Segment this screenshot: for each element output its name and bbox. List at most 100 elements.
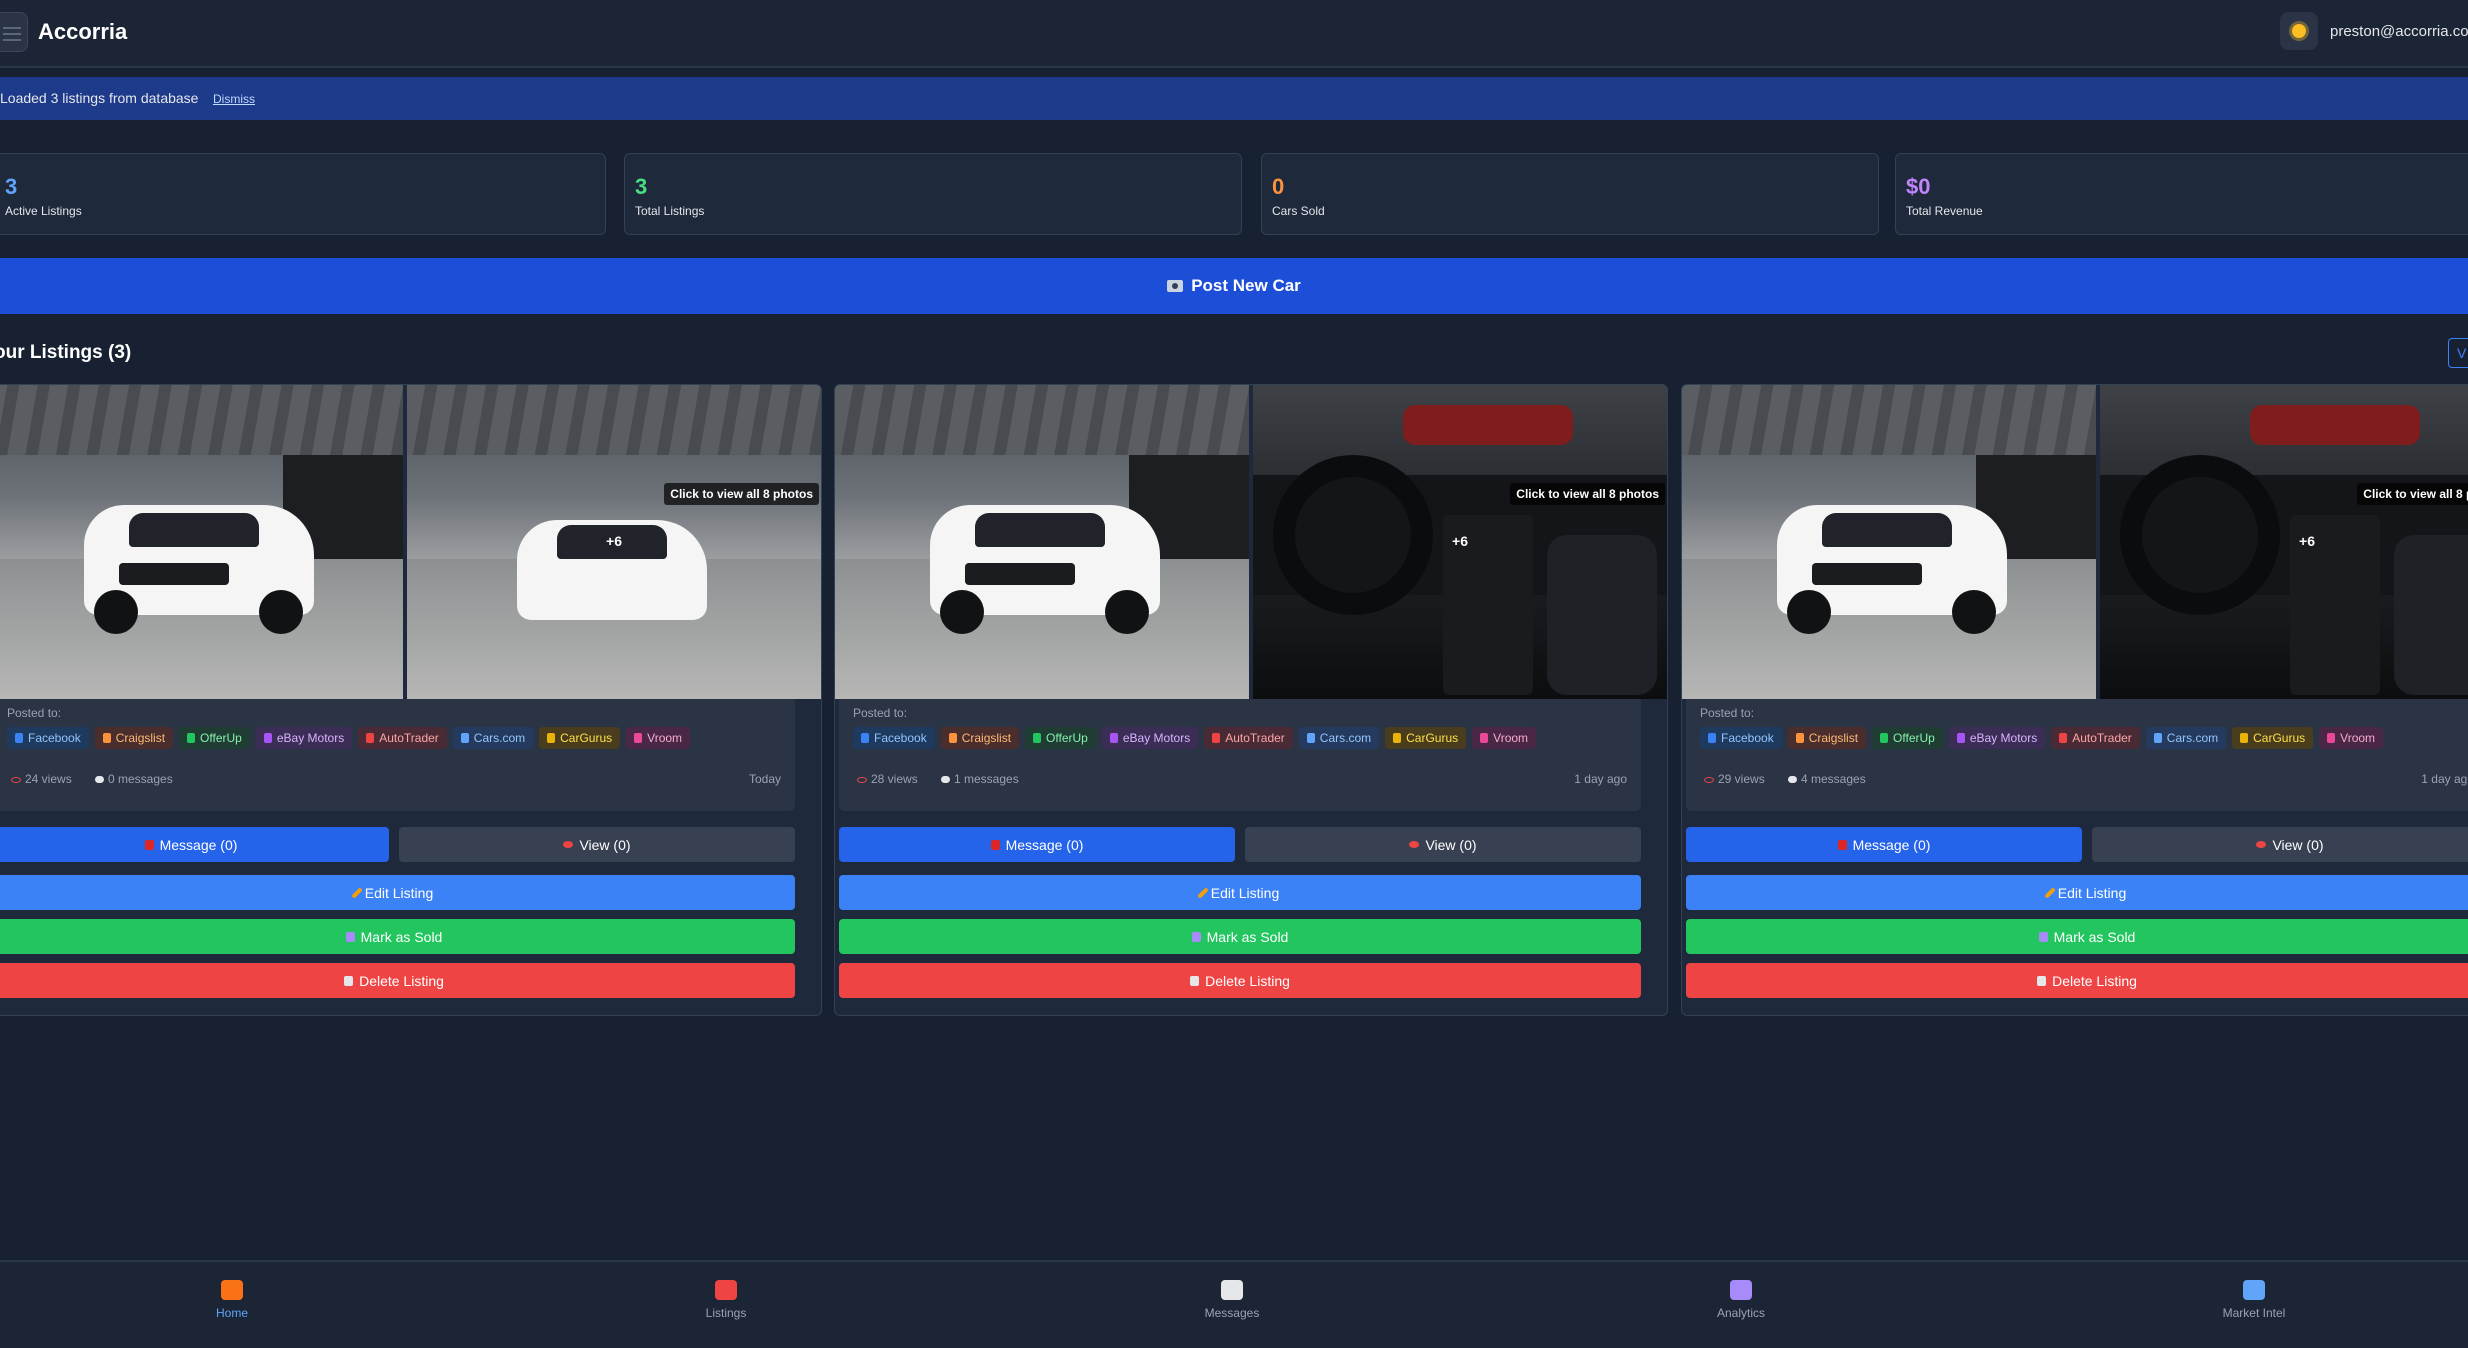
edit-listing-button[interactable]: Edit Listing [0, 875, 795, 910]
section-title: our Listings (3) [0, 342, 132, 363]
message-button[interactable]: Message (0) [0, 827, 389, 862]
platform-chip-cargurus: CarGurus [2232, 727, 2314, 749]
views-count: 28 views [857, 772, 918, 786]
car-icon [715, 1280, 737, 1300]
stat-value: 3 [5, 174, 18, 199]
views-count: 29 views [1704, 772, 1765, 786]
carscom-icon [1306, 733, 1315, 743]
more-photos-count: +6 [2299, 533, 2315, 549]
platform-chip-autotrader: AutoTrader [2051, 727, 2140, 749]
stat-card-total-revenue: $0 Total Revenue [1895, 153, 2468, 235]
nav-item-home[interactable]: Home [172, 1280, 292, 1320]
platform-chip-offerup: OfferUp [1025, 727, 1096, 749]
platform-chip-facebook: Facebook [853, 727, 935, 749]
listing-photo-gallery[interactable]: Click to view all 8 photos +6 [1253, 385, 1667, 699]
listing-photo-main[interactable] [0, 385, 403, 699]
nav-item-analytics[interactable]: Analytics [1681, 1280, 1801, 1320]
ebay-icon [263, 733, 272, 743]
craigslist-icon [1795, 733, 1804, 743]
menu-button[interactable] [0, 12, 28, 52]
magnifier-icon [2243, 1280, 2265, 1300]
stat-label: Cars Sold [1272, 204, 1325, 218]
pencil-icon [351, 886, 363, 899]
listing-photo-gallery[interactable]: Click to view all 8 photos +6 [2100, 385, 2468, 699]
sun-icon [2292, 24, 2306, 38]
message-button[interactable]: Message (0) [839, 827, 1235, 862]
platform-chip-cargurus: CarGurus [1385, 727, 1467, 749]
listing-card-2: Click to view all 8 photos +6 Posted to:… [834, 384, 1668, 1016]
bottom-navigation: Home Listings Messages Analytics Market … [0, 1260, 2468, 1348]
delete-listing-button[interactable]: Delete Listing [1686, 963, 2468, 998]
craigslist-icon [948, 733, 957, 743]
eye-icon [1704, 776, 1714, 783]
cargurus-icon [1393, 733, 1402, 743]
posted-to-label: Posted to: [1700, 706, 1755, 720]
delete-listing-button[interactable]: Delete Listing [0, 963, 795, 998]
post-new-car-label: Post New Car [1191, 276, 1301, 295]
platform-chip-offerup: OfferUp [1872, 727, 1943, 749]
platform-chip-craigslist: Craigslist [94, 727, 174, 749]
theme-toggle-button[interactable] [2280, 12, 2318, 50]
views-count: 24 views [11, 772, 72, 786]
platform-chip-cars-com: Cars.com [452, 727, 534, 749]
stat-value: 3 [635, 174, 648, 199]
money-icon [1191, 931, 1201, 942]
posted-to-label: Posted to: [7, 706, 62, 720]
chat-bubble-icon [1221, 1280, 1243, 1300]
posted-to-label: Posted to: [853, 706, 908, 720]
vroom-icon [634, 733, 643, 743]
stat-label: Total Revenue [1906, 204, 1983, 218]
listing-photo-gallery[interactable]: Click to view all 8 photos +6 [407, 385, 821, 699]
money-icon [2038, 931, 2048, 942]
posted-ago: 1 day ago [2421, 772, 2468, 786]
edit-listing-button[interactable]: Edit Listing [1686, 875, 2468, 910]
posted-ago: Today [748, 772, 781, 786]
trash-icon [1190, 975, 1200, 986]
dismiss-link[interactable]: Dismiss [213, 92, 255, 106]
message-button[interactable]: Message (0) [1686, 827, 2082, 862]
nav-item-market-intel[interactable]: Market Intel [2194, 1280, 2314, 1320]
view-toggle-button[interactable]: V [2448, 338, 2468, 368]
offerup-icon [1033, 733, 1042, 743]
eye-icon [2256, 841, 2267, 848]
more-photos-count: +6 [606, 533, 622, 549]
messages-count: 1 messages [941, 772, 1019, 786]
mark-as-sold-button[interactable]: Mark as Sold [0, 919, 795, 954]
stat-value: $0 [1906, 174, 1931, 199]
view-button[interactable]: View (0) [2092, 827, 2468, 862]
cargurus-icon [547, 733, 556, 743]
autotrader-icon [1212, 733, 1221, 743]
eye-icon [11, 776, 21, 783]
posted-ago: 1 day ago [1574, 772, 1627, 786]
listing-info: Posted to: Facebook Craigslist OfferUp eBay… [0, 699, 795, 811]
listing-card-3: Click to view all 8 photos +6 Posted to:… [1681, 384, 2468, 1016]
phone-icon [990, 839, 1000, 850]
view-all-photos-label: Click to view all 8 photos [2357, 483, 2468, 505]
edit-listing-button[interactable]: Edit Listing [839, 875, 1641, 910]
delete-listing-button[interactable]: Delete Listing [839, 963, 1641, 998]
platform-chip-autotrader: AutoTrader [358, 727, 447, 749]
mark-as-sold-button[interactable]: Mark as Sold [1686, 919, 2468, 954]
platform-chip-vroom: Vroom [2319, 727, 2384, 749]
platform-chips: Facebook Craigslist OfferUp eBay Motors Auto… [7, 727, 691, 749]
app-title: Accorria [38, 19, 128, 44]
facebook-icon [1708, 733, 1716, 743]
autotrader-icon [2059, 733, 2068, 743]
view-button[interactable]: View (0) [399, 827, 795, 862]
post-new-car-button[interactable]: Post New Car [0, 258, 2468, 314]
mark-as-sold-button[interactable]: Mark as Sold [839, 919, 1641, 954]
messages-count: 0 messages [95, 772, 173, 786]
listing-photo-main[interactable] [1682, 385, 2096, 699]
user-email[interactable]: preston@accorria.com [2330, 23, 2468, 40]
view-button[interactable]: View (0) [1245, 827, 1641, 862]
nav-item-messages[interactable]: Messages [1172, 1280, 1292, 1320]
platform-chip-vroom: Vroom [626, 727, 691, 749]
craigslist-icon [102, 733, 111, 743]
listing-photo-main[interactable] [835, 385, 1249, 699]
nav-item-listings[interactable]: Listings [666, 1280, 786, 1320]
status-banner: Loaded 3 listings from database Dismiss [0, 77, 2468, 120]
eye-icon [563, 841, 574, 848]
listing-info: Posted to: Facebook Craigslist OfferUp eBay… [839, 699, 1641, 811]
autotrader-icon [366, 733, 375, 743]
facebook-icon [15, 733, 23, 743]
